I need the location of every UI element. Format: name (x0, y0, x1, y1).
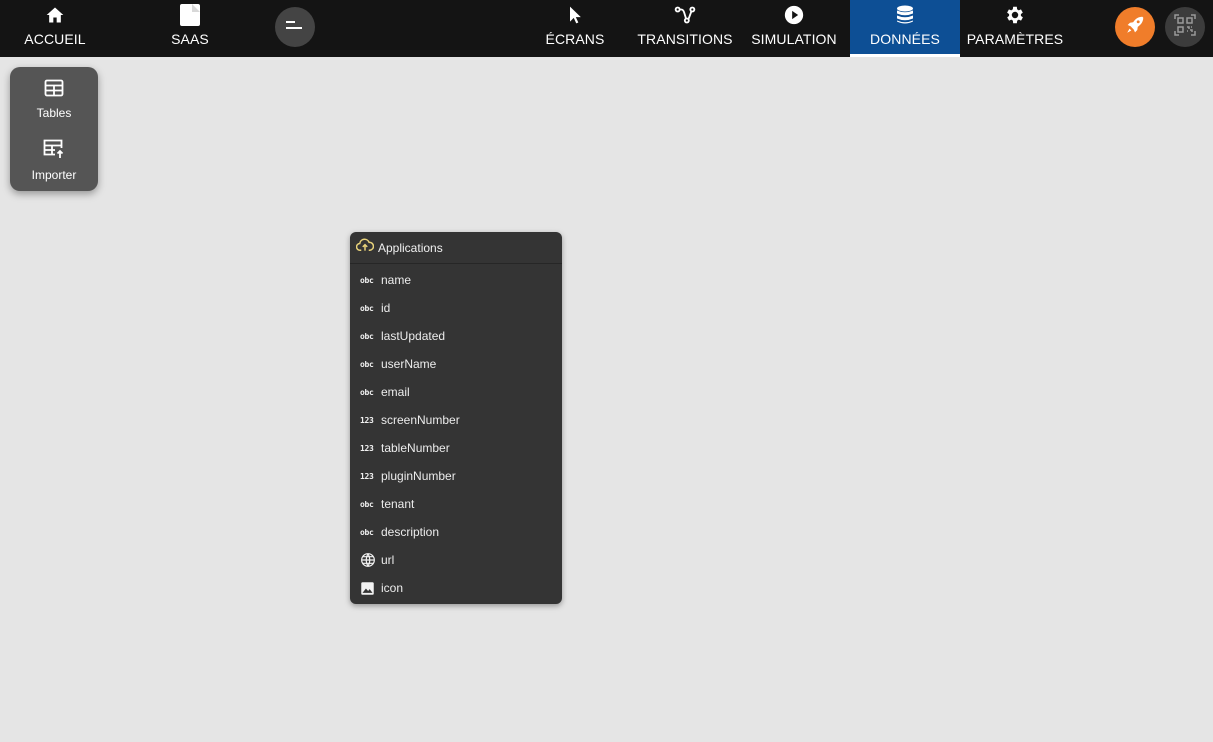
number-type-icon: 123 (360, 471, 374, 481)
tables-label: Tables (36, 106, 72, 120)
image-icon (360, 581, 378, 595)
text-type-icon: obc (360, 275, 374, 285)
table-field-row[interactable]: url (350, 546, 562, 574)
nav-simulation[interactable]: SIMULATION (748, 0, 840, 57)
text-type-icon: obc (360, 303, 374, 313)
text-type-icon: obc (360, 359, 374, 369)
table-field-row[interactable]: obc tenant (350, 490, 562, 518)
table-field-row[interactable]: obc userName (350, 350, 562, 378)
field-name: url (381, 553, 395, 567)
field-name: id (381, 301, 391, 315)
gear-icon (1003, 0, 1027, 30)
import-label: Importer (31, 168, 77, 182)
text-type-icon: obc (360, 387, 374, 397)
field-name: description (381, 525, 440, 539)
nav-transitions-label: TRANSITIONS (637, 31, 733, 47)
menu-lines-icon (286, 18, 304, 37)
database-icon (893, 0, 917, 30)
text-type-icon: obc (360, 527, 374, 537)
table-field-row[interactable]: 123 screenNumber (350, 406, 562, 434)
nav-data[interactable]: DONNÉES (850, 0, 960, 57)
publish-rocket-button[interactable] (1115, 7, 1155, 47)
table-card-applications[interactable]: Applications obc name obc id obc lastUpdated o… (350, 232, 562, 604)
field-name: screenNumber (381, 413, 460, 427)
table-field-row[interactable]: obc description (350, 518, 562, 546)
pointer-icon (563, 0, 587, 30)
table-field-row[interactable]: obc email (350, 378, 562, 406)
collapse-menu-button[interactable] (275, 7, 315, 47)
nav-screens-label: ÉCRANS (545, 31, 605, 47)
table-import-icon (43, 139, 65, 164)
nav-saas[interactable]: SAAS (160, 0, 220, 57)
import-button[interactable]: Importer (10, 139, 98, 197)
nav-screens[interactable]: ÉCRANS (545, 0, 605, 57)
table-field-row[interactable]: icon (350, 574, 562, 602)
table-field-row[interactable]: 123 tableNumber (350, 434, 562, 462)
nav-settings-label: PARAMÈTRES (966, 31, 1064, 47)
field-name: icon (381, 581, 404, 595)
document-icon (178, 0, 202, 30)
table-field-row[interactable]: obc name (350, 266, 562, 294)
number-type-icon: 123 (360, 415, 374, 425)
text-type-icon: obc (360, 331, 374, 341)
field-name: tenant (381, 497, 415, 511)
nav-home[interactable]: ACCUEIL (18, 0, 92, 57)
table-card-header[interactable]: Applications (350, 232, 562, 264)
globe-icon (360, 553, 378, 567)
top-navigation-bar: ACCUEIL SAAS ÉCRANS TRANSITIONS SIMULATI… (0, 0, 1213, 57)
qr-code-icon (1173, 13, 1197, 42)
table-title: Applications (378, 240, 443, 255)
home-icon (43, 0, 67, 30)
field-name: pluginNumber (381, 469, 456, 483)
play-icon (782, 0, 806, 30)
data-tools-panel: Tables Importer (10, 67, 98, 191)
qr-code-button[interactable] (1165, 7, 1205, 47)
number-type-icon: 123 (360, 443, 374, 453)
table-field-row[interactable]: obc id (350, 294, 562, 322)
field-name: email (381, 385, 410, 399)
table-field-row[interactable]: 123 pluginNumber (350, 462, 562, 490)
nav-home-label: ACCUEIL (24, 31, 86, 47)
flow-icon (673, 0, 697, 30)
field-name: userName (381, 357, 437, 371)
table-icon (44, 79, 64, 102)
nav-data-label: DONNÉES (870, 31, 940, 47)
field-name: tableNumber (381, 441, 450, 455)
text-type-icon: obc (360, 499, 374, 509)
tables-button[interactable]: Tables (10, 79, 98, 137)
cloud-upload-icon (355, 238, 375, 257)
field-name: name (381, 273, 412, 287)
field-name: lastUpdated (381, 329, 446, 343)
table-field-row[interactable]: obc lastUpdated (350, 322, 562, 350)
nav-transitions[interactable]: TRANSITIONS (636, 0, 734, 57)
nav-simulation-label: SIMULATION (751, 31, 837, 47)
nav-saas-label: SAAS (171, 31, 209, 47)
nav-settings[interactable]: PARAMÈTRES (966, 0, 1064, 57)
rocket-icon (1124, 14, 1146, 41)
